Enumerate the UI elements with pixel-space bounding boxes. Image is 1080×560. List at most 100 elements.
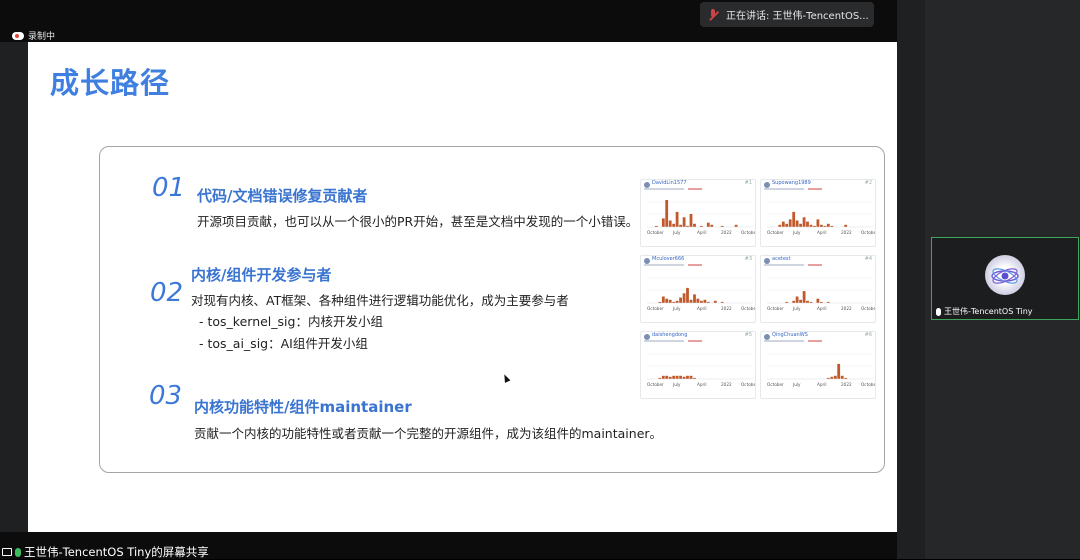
- chart-bar: [802, 217, 806, 227]
- contributor-stats: [644, 188, 702, 190]
- recording-indicator[interactable]: 录制中: [12, 29, 55, 42]
- contributor-card[interactable]: DavidLin1577 #1 October July April 2022 Octobe…: [640, 179, 756, 247]
- chart-axis-label: October: [647, 230, 664, 235]
- chart-bar: [833, 375, 837, 379]
- contributor-charts: DavidLin1577 #1 October July April 2022 Octobe…: [640, 179, 876, 404]
- chart-axis-label: October: [647, 382, 664, 387]
- chart-bar: [778, 224, 782, 227]
- item-heading: 代码/文档错误修复贡献者: [197, 187, 368, 205]
- participant-video-tile[interactable]: 王世伟-TencentOS Tiny: [931, 237, 1079, 320]
- chart-axis-label: April: [817, 382, 827, 387]
- chart-bar: [816, 219, 820, 227]
- contributor-name[interactable]: daishengdong: [652, 332, 687, 338]
- contributor-name[interactable]: Supowang1989: [772, 180, 811, 186]
- contributor-rank: #6: [864, 332, 872, 338]
- contributor-name[interactable]: DavidLin1577: [652, 180, 687, 186]
- contribution-chart: October July April 2022 October: [647, 353, 755, 387]
- item-heading: 内核功能特性/组件maintainer: [194, 398, 412, 416]
- speaking-indicator: 正在讲话: 王世伟-TencentOS...: [700, 2, 874, 27]
- contributor-rank: #2: [864, 180, 872, 186]
- item-number: 01: [152, 173, 186, 203]
- item-subpoint: - tos_kernel_sig：内核开发小组: [199, 314, 383, 329]
- chart-bar: [792, 300, 796, 303]
- chart-bar: [689, 299, 693, 303]
- chart-bar: [689, 375, 693, 379]
- chart-bar: [799, 299, 802, 303]
- chart-bar: [661, 375, 665, 379]
- chart-bar: [785, 223, 789, 227]
- chart-bar: [844, 224, 848, 227]
- chart-axis-label: 2022: [721, 230, 732, 235]
- chart-axis-label: April: [697, 306, 707, 311]
- chart-bar: [682, 376, 686, 379]
- contributor-name[interactable]: Mculover666: [652, 256, 684, 262]
- chart-bar: [665, 375, 669, 379]
- chart-bar: [809, 224, 813, 227]
- contributor-name[interactable]: acetest: [772, 256, 791, 262]
- chart-axis-label: October: [741, 230, 756, 235]
- share-label-text: 王世伟-TencentOS Tiny的屏幕共享: [24, 545, 209, 559]
- chart-bar: [668, 299, 672, 303]
- chart-bar: [682, 217, 686, 227]
- item-subpoint: - tos_ai_sig：AI组件开发小组: [199, 336, 368, 351]
- chart-axis-label: October: [767, 230, 784, 235]
- chart-bar: [703, 299, 707, 303]
- chart-bar: [734, 224, 738, 227]
- shared-slide: 成长路径 01 代码/文档错误修复贡献者 开源项目贡献，也可以从一个很小的PR开…: [28, 42, 897, 532]
- chart-axis-label: July: [672, 306, 681, 311]
- chart-bar: [675, 300, 679, 303]
- chart-bar: [679, 224, 682, 227]
- contribution-chart: October July April 2022 October: [767, 277, 875, 311]
- chart-bar: [700, 300, 703, 303]
- contribution-chart: October July April 2022 October: [767, 353, 875, 387]
- contribution-chart: October July April 2022 October: [647, 200, 756, 235]
- chart-bar: [686, 287, 689, 303]
- chart-bar: [686, 375, 689, 379]
- contributor-rank: #1: [744, 180, 752, 186]
- mic-muted-icon: [708, 8, 718, 21]
- chart-axis-label: 2022: [841, 306, 852, 311]
- item-heading: 内核/组件开发参与者: [191, 266, 332, 284]
- contributor-card[interactable]: daishengdong #5 October July April 2022 Octobe…: [640, 331, 756, 399]
- contributor-stats: [764, 340, 822, 342]
- chart-axis-label: April: [697, 382, 707, 387]
- meeting-window: 录制中 正在讲话: 王世伟-TencentOS... 成长路径 01 代码/文档…: [0, 0, 1080, 559]
- tencentos-logo-icon: [991, 268, 1019, 284]
- contributor-name[interactable]: QingChuanWS: [772, 332, 808, 338]
- chart-bar: [675, 211, 679, 227]
- chart-bar: [675, 375, 679, 379]
- chart-axis-label: October: [741, 306, 756, 311]
- chart-axis-label: July: [672, 230, 681, 235]
- chart-bar: [806, 221, 809, 227]
- chart-bar: [826, 223, 830, 227]
- chart-axis-label: April: [817, 230, 827, 235]
- contributor-stats: [644, 340, 702, 342]
- chart-bar: [830, 376, 834, 379]
- chart-axis-label: April: [697, 230, 707, 235]
- chart-bar: [706, 222, 710, 227]
- contributor-card[interactable]: acetest #4 October July April 2022 October: [760, 255, 876, 323]
- participant-name-text: 王世伟-TencentOS Tiny: [944, 307, 1033, 316]
- chart-axis-label: July: [792, 382, 801, 387]
- chart-bar: [816, 298, 820, 303]
- mic-icon: [936, 307, 941, 316]
- chart-bar: [840, 375, 844, 379]
- contributor-card[interactable]: Mculover666 #3 October July April 2022 October: [640, 255, 756, 323]
- chart-bar: [806, 300, 809, 303]
- chart-bar: [672, 375, 676, 379]
- chart-axis-label: April: [817, 306, 827, 311]
- recording-label: 录制中: [28, 32, 56, 42]
- chart-bar: [668, 220, 672, 227]
- contributor-stats: [764, 264, 822, 266]
- contribution-chart: October July April 2022 October: [767, 201, 876, 235]
- chart-axis-label: July: [792, 306, 801, 311]
- contributor-stats: [764, 188, 822, 190]
- speaking-label: 正在讲话: 王世伟-TencentOS...: [726, 11, 869, 22]
- chart-bar: [710, 224, 714, 227]
- chart-axis-label: July: [792, 230, 801, 235]
- avatar: [985, 255, 1025, 295]
- contributor-card[interactable]: Supowang1989 #2 October July April 2022 Octobe…: [760, 179, 876, 247]
- chart-bar: [665, 200, 669, 227]
- chart-axis-label: October: [861, 230, 876, 235]
- contributor-card[interactable]: QingChuanWS #6 October July April 2022 October: [760, 331, 876, 399]
